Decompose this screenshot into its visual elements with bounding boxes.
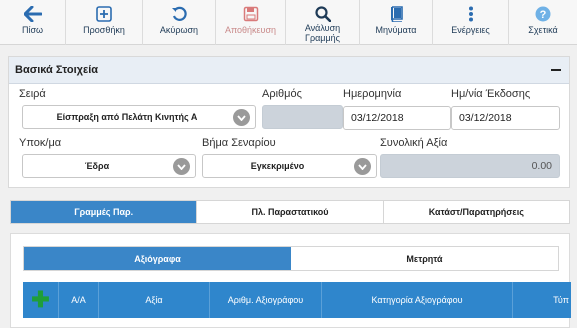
save-label: Αποθήκευση bbox=[224, 25, 277, 35]
column-header-security-category[interactable]: Κατηγορία Αξιογράφου bbox=[322, 282, 513, 318]
document-tabs: Γραμμές Παρ. Πλ. Παραστατικού Κατάστ/Παρ… bbox=[10, 200, 570, 224]
tab-cash[interactable]: Μετρητά bbox=[291, 247, 558, 270]
messages-button[interactable]: Μηνύματα bbox=[360, 0, 433, 45]
payment-type-tabs: Αξιόγραφα Μετρητά bbox=[23, 246, 559, 271]
add-button[interactable]: Προσθήκη bbox=[66, 0, 143, 45]
panel-title: Βασικά Στοιχεία bbox=[15, 64, 99, 76]
tab-status-notes[interactable]: Κατάστ/Παρατηρήσεις bbox=[384, 201, 569, 223]
date-label: Ημερομηνία bbox=[343, 88, 402, 100]
scenario-step-select[interactable]: Εγκεκριμένο bbox=[202, 154, 377, 178]
scenario-step-label: Βήμα Σεναρίου bbox=[202, 137, 276, 149]
back-label: Πίσω bbox=[21, 25, 44, 35]
svg-text:?: ? bbox=[540, 9, 547, 21]
scenario-step-value: Εγκεκριμένο bbox=[250, 161, 305, 171]
line-analysis-label: Ανάλυση Γραμμής bbox=[304, 23, 341, 43]
cancel-label: Ακύρωση bbox=[159, 25, 199, 35]
add-label: Προσθήκη bbox=[83, 25, 125, 35]
messages-label: Μηνύματα bbox=[375, 25, 417, 35]
issue-date-label: Ημ/νία Έκδοσης bbox=[451, 88, 531, 100]
total-value: 0.00 bbox=[531, 160, 552, 172]
series-value: Είσπραξη από Πελάτη Κινητής Α bbox=[56, 112, 198, 122]
toolbar: Πίσω Προσθήκη Ακύρωση Αποθήκευση Ανάλυση… bbox=[0, 0, 577, 45]
tab-securities[interactable]: Αξιόγραφα bbox=[24, 247, 291, 270]
branch-select[interactable]: Έδρα bbox=[22, 154, 196, 178]
issue-date-field[interactable]: 03/12/2018 bbox=[451, 106, 560, 130]
about-button[interactable]: ? Σχετικά bbox=[509, 0, 577, 45]
actions-button[interactable]: Ενέργειες bbox=[433, 0, 509, 45]
panel-header: Βασικά Στοιχεία bbox=[9, 57, 569, 84]
book-icon bbox=[386, 4, 406, 23]
save-button[interactable]: Αποθήκευση bbox=[216, 0, 286, 45]
lines-panel: Αξιόγραφα Μετρητά ✚ Α/Α Αξία Αριθμ. Αξιο… bbox=[10, 233, 571, 328]
date-field[interactable]: 03/12/2018 bbox=[343, 106, 451, 130]
column-header-value[interactable]: Αξία bbox=[99, 282, 210, 318]
help-icon: ? bbox=[533, 4, 553, 23]
floppy-disk-icon bbox=[241, 4, 261, 23]
basic-info-panel: Βασικά Στοιχεία Σειρά Είσπραξη από Πελάτ… bbox=[8, 56, 570, 188]
branch-label: Υποκ/μα bbox=[19, 137, 62, 149]
back-button[interactable]: Πίσω bbox=[0, 0, 66, 45]
arrow-left-icon bbox=[23, 4, 43, 23]
plus-square-icon bbox=[94, 4, 114, 23]
about-label: Σχετικά bbox=[528, 25, 558, 35]
actions-label: Ενέργειες bbox=[451, 25, 490, 35]
number-field bbox=[262, 105, 343, 129]
tab-document-info[interactable]: Πλ. Παραστατικού bbox=[197, 201, 384, 223]
undo-icon bbox=[169, 4, 189, 23]
branch-value: Έδρα bbox=[84, 161, 110, 171]
tab-document-lines[interactable]: Γραμμές Παρ. bbox=[11, 201, 198, 223]
series-select[interactable]: Είσπραξη από Πελάτη Κινητής Α bbox=[22, 105, 256, 129]
chevron-down-icon bbox=[354, 158, 371, 175]
securities-grid-header: ✚ Α/Α Αξία Αριθμ. Αξιογράφου Κατηγορία Α… bbox=[23, 282, 571, 318]
collapse-icon[interactable] bbox=[551, 69, 561, 71]
total-value-field: 0.00 bbox=[380, 154, 560, 178]
series-label: Σειρά bbox=[19, 88, 46, 100]
issue-date-value: 03/12/2018 bbox=[459, 112, 512, 124]
search-icon bbox=[313, 4, 333, 23]
column-header-type[interactable]: Τύπ bbox=[513, 282, 571, 318]
line-analysis-button[interactable]: Ανάλυση Γραμμής bbox=[286, 0, 360, 45]
chevron-down-icon bbox=[173, 158, 190, 175]
chevron-down-icon bbox=[233, 109, 250, 126]
column-header-aa[interactable]: Α/Α bbox=[59, 282, 99, 318]
add-row-button[interactable]: ✚ bbox=[23, 282, 59, 318]
plus-icon: ✚ bbox=[31, 287, 50, 312]
column-header-security-number[interactable]: Αριθμ. Αξιογράφου bbox=[210, 282, 322, 318]
vertical-dots-icon bbox=[461, 4, 481, 23]
date-value: 03/12/2018 bbox=[351, 112, 404, 124]
number-label: Αριθμός bbox=[262, 88, 302, 100]
cancel-button[interactable]: Ακύρωση bbox=[143, 0, 216, 45]
total-value-label: Συνολική Αξία bbox=[380, 137, 448, 149]
